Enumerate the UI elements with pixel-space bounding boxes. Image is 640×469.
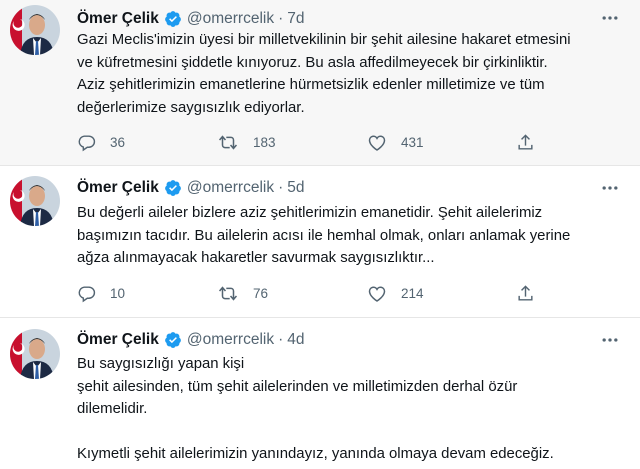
timestamp[interactable]: 5d bbox=[287, 179, 304, 197]
tweet-text-line: Bu saygısızlığı yapan kişi bbox=[77, 356, 245, 372]
tweet-text-line: şehit ailesinden, tüm şehit ailelerinden… bbox=[77, 378, 518, 395]
separator: · bbox=[278, 10, 284, 27]
tweet-text-line: değerlerimize saygısızlık ediyorlar. bbox=[77, 99, 305, 116]
share-icon bbox=[518, 133, 533, 150]
tweet-text: Gazi Meclis'imizin üyesi bir milletvekil… bbox=[77, 29, 632, 119]
tweet-header: Ömer Çelik @omerrcelik · 5d bbox=[77, 178, 305, 198]
share-button[interactable] bbox=[516, 282, 549, 304]
reply-button[interactable]: 36 bbox=[77, 131, 125, 153]
share-icon bbox=[518, 284, 533, 301]
retweet-icon bbox=[218, 285, 238, 301]
more-icon[interactable] bbox=[598, 178, 622, 198]
author-name[interactable]: Ömer Çelik bbox=[77, 179, 159, 197]
like-count: 214 bbox=[401, 285, 424, 301]
tweet-text-line: Bu değerli aileler bizlere aziz şehitler… bbox=[77, 205, 543, 221]
author-handle[interactable]: @omerrcelik bbox=[187, 179, 274, 197]
retweet-button[interactable]: 76 bbox=[217, 282, 268, 304]
author-name[interactable]: Ömer Çelik bbox=[77, 10, 159, 28]
share-button[interactable] bbox=[516, 131, 549, 153]
like-icon bbox=[368, 135, 386, 151]
tweet-text: Bu saygısızlığı yapan kişi şehit ailesin… bbox=[77, 353, 632, 466]
retweet-count: 183 bbox=[253, 134, 276, 150]
tweet-text-line: dilemelidir. bbox=[77, 401, 148, 417]
avatar-image bbox=[10, 176, 60, 226]
retweet-button[interactable]: 183 bbox=[217, 131, 276, 153]
retweet-icon bbox=[218, 134, 238, 150]
like-button[interactable]: 214 bbox=[367, 282, 424, 304]
tweet[interactable]: Ömer Çelik @omerrcelik · 5d Bu değerli a… bbox=[0, 165, 640, 317]
timestamp[interactable]: 7d bbox=[287, 10, 304, 28]
avatar-image bbox=[10, 5, 60, 55]
reply-count: 36 bbox=[110, 134, 126, 150]
tweet-text: Bu değerli aileler bizlere aziz şehitler… bbox=[77, 202, 632, 270]
author-handle[interactable]: @omerrcelik bbox=[187, 10, 274, 28]
avatar-image bbox=[10, 329, 60, 379]
author-handle[interactable]: @omerrcelik bbox=[187, 331, 274, 349]
tweet[interactable]: Ömer Çelik @omerrcelik · 4d Bu saygısızl… bbox=[0, 317, 640, 469]
like-count: 431 bbox=[401, 134, 424, 150]
author-name[interactable]: Ömer Çelik bbox=[77, 331, 159, 349]
like-icon bbox=[368, 286, 386, 302]
verified-badge-icon bbox=[164, 179, 182, 197]
avatar[interactable] bbox=[10, 5, 60, 55]
separator: · bbox=[278, 179, 284, 196]
separator: · bbox=[278, 331, 284, 348]
tweet-text-line: başımızın tacıdır. Bu ailelerin acısı il… bbox=[77, 227, 571, 244]
tweet-text-line: Kıymetli şehit ailelerimizin yanındayız,… bbox=[77, 446, 554, 462]
verified-badge-icon bbox=[164, 10, 182, 28]
tweet-header: Ömer Çelik @omerrcelik · 7d bbox=[77, 9, 305, 29]
action-bar: 36 183 431 bbox=[77, 131, 597, 153]
tweet-text-line: ve küfretmesini şiddetle kınıyoruz. Bu a… bbox=[77, 54, 548, 71]
verified-badge-icon bbox=[164, 331, 182, 349]
avatar[interactable] bbox=[10, 329, 60, 379]
more-icon[interactable] bbox=[598, 8, 622, 28]
reply-icon bbox=[78, 285, 96, 302]
tweet[interactable]: Ömer Çelik @omerrcelik · 7d Gazi Meclis'… bbox=[0, 0, 640, 165]
timestamp[interactable]: 4d bbox=[287, 331, 304, 349]
more-icon[interactable] bbox=[598, 330, 622, 350]
tweet-text-line: Gazi Meclis'imizin üyesi bir milletvekil… bbox=[77, 32, 571, 48]
tweet-header: Ömer Çelik @omerrcelik · 4d bbox=[77, 330, 305, 350]
tweet-text-line: Aziz şehitlerimizin emanetlerine hürmets… bbox=[77, 77, 545, 93]
action-bar: 10 76 214 bbox=[77, 282, 597, 304]
like-button[interactable]: 431 bbox=[367, 131, 424, 153]
reply-icon bbox=[78, 134, 96, 151]
tweet-text-line bbox=[77, 421, 632, 444]
tweet-text-line: ağza alınmayacak hakaretler savurmak say… bbox=[77, 250, 435, 266]
avatar[interactable] bbox=[10, 176, 60, 226]
reply-button[interactable]: 10 bbox=[77, 282, 125, 304]
reply-count: 10 bbox=[110, 285, 126, 301]
retweet-count: 76 bbox=[253, 285, 269, 301]
